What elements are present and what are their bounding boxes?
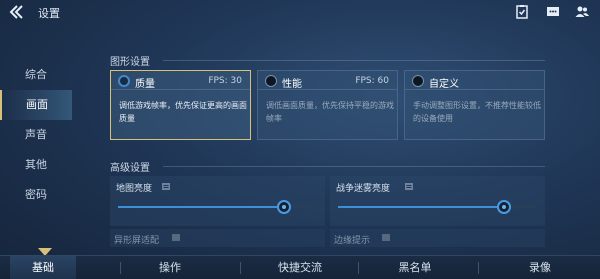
tab-separator: [240, 262, 241, 274]
slider-label: 战争迷雾亮度: [336, 184, 391, 194]
option-name: 自定义: [429, 79, 459, 90]
friends-icon[interactable]: [574, 4, 590, 20]
sidebar-item-other[interactable]: 其他: [0, 150, 72, 180]
tab-quick-chat[interactable]: 快捷交流: [250, 256, 350, 279]
setting-label: 异形屏适配: [114, 236, 160, 246]
tab-separator: [120, 262, 121, 274]
card-divider: [111, 89, 250, 90]
fog-brightness-setting: 战争迷雾亮度: [330, 176, 545, 226]
page-title: 设置: [38, 7, 60, 20]
graphics-option-quality[interactable]: 质量 FPS: 30 调低游戏帧率，优先保证更高的画面质量: [110, 70, 251, 140]
edge-hint-setting[interactable]: 边缘提示: [330, 229, 545, 247]
option-description: 调低画面质量，优先保持平稳的游戏帧率: [266, 101, 394, 123]
info-icon[interactable]: [405, 183, 413, 190]
checklist-icon[interactable]: [514, 4, 530, 20]
sidebar-item-general[interactable]: 综合: [0, 60, 72, 90]
card-divider: [405, 89, 544, 90]
info-icon[interactable]: [162, 183, 170, 190]
bottom-tab-bar: 基础 操作 快捷交流 黑名单 录像: [0, 255, 600, 279]
graphics-option-custom[interactable]: 自定义 手动调整图形设置，不推荐性能较低的设备使用: [404, 70, 545, 140]
slider-fill: [118, 206, 285, 208]
chat-icon[interactable]: [545, 4, 561, 20]
map-brightness-setting: 地图亮度: [110, 176, 325, 226]
tab-basic[interactable]: 基础: [10, 256, 76, 279]
tab-separator: [478, 262, 479, 274]
info-icon[interactable]: [172, 234, 180, 241]
slider-label: 地图亮度: [116, 184, 153, 194]
radio-icon: [118, 75, 130, 87]
option-name: 性能: [282, 79, 302, 90]
section-divider: [163, 166, 545, 167]
sidebar-item-sound[interactable]: 声音: [0, 120, 72, 150]
tab-replay[interactable]: 录像: [490, 256, 590, 279]
radio-icon: [265, 75, 277, 87]
tab-blacklist[interactable]: 黑名单: [365, 256, 465, 279]
option-description: 调低游戏帧率，优先保证更高的画面质量: [119, 101, 247, 123]
back-arrow-icon[interactable]: [6, 3, 24, 21]
settings-sidebar: 综合 画面 声音 其他 密码: [0, 60, 72, 210]
aspect-adapt-setting[interactable]: 异形屏适配: [110, 229, 325, 247]
top-bar: 设置: [0, 0, 600, 26]
map-brightness-slider[interactable]: [118, 200, 316, 214]
fog-brightness-slider[interactable]: [338, 200, 536, 214]
slider-knob[interactable]: [277, 200, 292, 214]
sidebar-item-display[interactable]: 画面: [0, 90, 72, 120]
tab-controls[interactable]: 操作: [130, 256, 210, 279]
slider-fill: [338, 206, 505, 208]
card-divider: [258, 89, 397, 90]
section-divider: [163, 60, 545, 61]
option-fps: FPS: 60: [355, 76, 389, 86]
radio-icon: [412, 75, 424, 87]
slider-knob[interactable]: [497, 200, 512, 214]
info-icon[interactable]: [382, 234, 390, 241]
setting-label: 边缘提示: [334, 236, 371, 246]
option-fps: FPS: 30: [208, 76, 242, 86]
sidebar-item-password[interactable]: 密码: [0, 180, 72, 210]
option-name: 质量: [135, 79, 155, 90]
graphics-option-performance[interactable]: 性能 FPS: 60 调低画面质量，优先保持平稳的游戏帧率: [257, 70, 398, 140]
option-description: 手动调整图形设置，不推荐性能较低的设备使用: [413, 101, 541, 123]
tab-separator: [358, 262, 359, 274]
graphics-section-title: 图形设置: [110, 57, 150, 68]
advanced-section-title: 高级设置: [110, 163, 150, 174]
